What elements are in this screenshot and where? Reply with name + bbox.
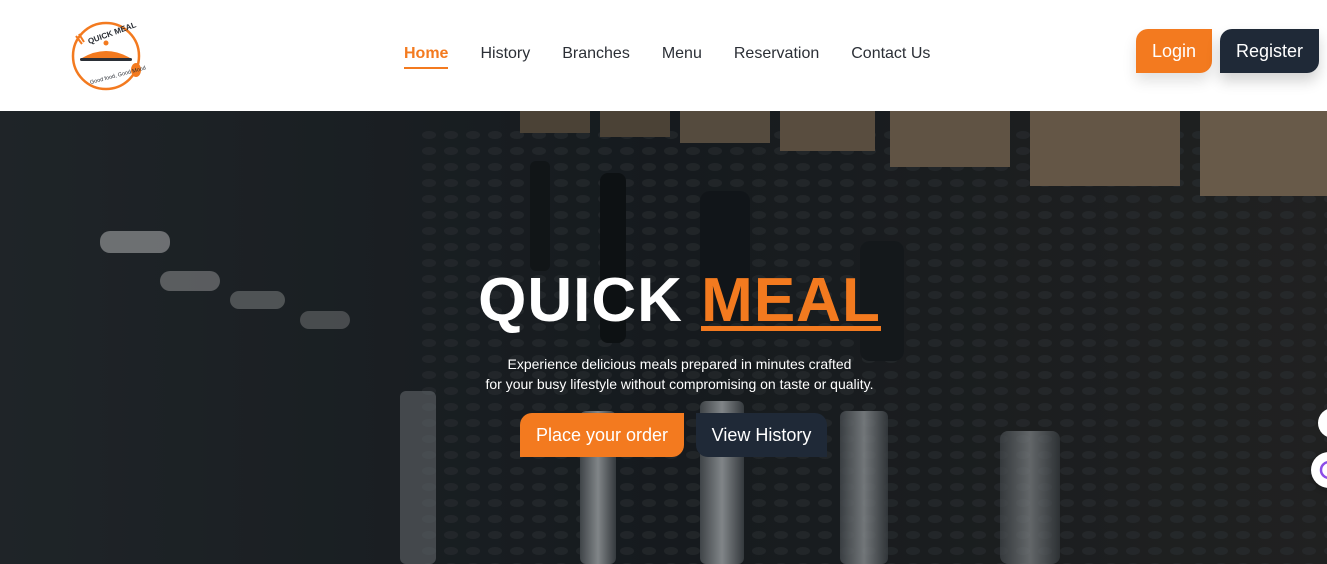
nav-branches[interactable]: Branches — [562, 44, 630, 68]
hero-subtitle: Experience delicious meals prepared in m… — [0, 354, 1327, 394]
site-header: QUICK MEAL Good food, Good Mood Home His… — [0, 0, 1327, 111]
nav-history[interactable]: History — [480, 44, 530, 68]
nav-reservation[interactable]: Reservation — [734, 44, 819, 68]
nav-contact-us[interactable]: Contact Us — [851, 44, 930, 68]
extension-icon — [1319, 460, 1327, 480]
nav-home[interactable]: Home — [404, 44, 449, 69]
register-button[interactable]: Register — [1220, 29, 1319, 73]
main-navigation: Home History Branches Menu Reservation C… — [404, 44, 962, 69]
nav-menu[interactable]: Menu — [662, 44, 702, 68]
hero-section: QUICK MEAL Experience delicious meals pr… — [0, 111, 1327, 564]
place-order-button[interactable]: Place your order — [520, 413, 684, 457]
logo-emblem-icon: QUICK MEAL Good food, Good Mood — [71, 20, 146, 91]
hero-title-accent: MEAL — [701, 266, 881, 335]
hero-subtitle-line-2: for your busy lifestyle without compromi… — [485, 376, 874, 392]
quick-meal-logo[interactable]: QUICK MEAL Good food, Good Mood — [66, 16, 146, 94]
view-history-button[interactable]: View History — [696, 413, 827, 457]
hero-overlay — [0, 111, 1327, 564]
login-button[interactable]: Login — [1136, 29, 1212, 73]
hero-title: QUICK MEAL — [0, 269, 1327, 333]
hero-title-main: QUICK — [478, 266, 683, 335]
hero-subtitle-line-1: Experience delicious meals prepared in m… — [507, 356, 852, 372]
